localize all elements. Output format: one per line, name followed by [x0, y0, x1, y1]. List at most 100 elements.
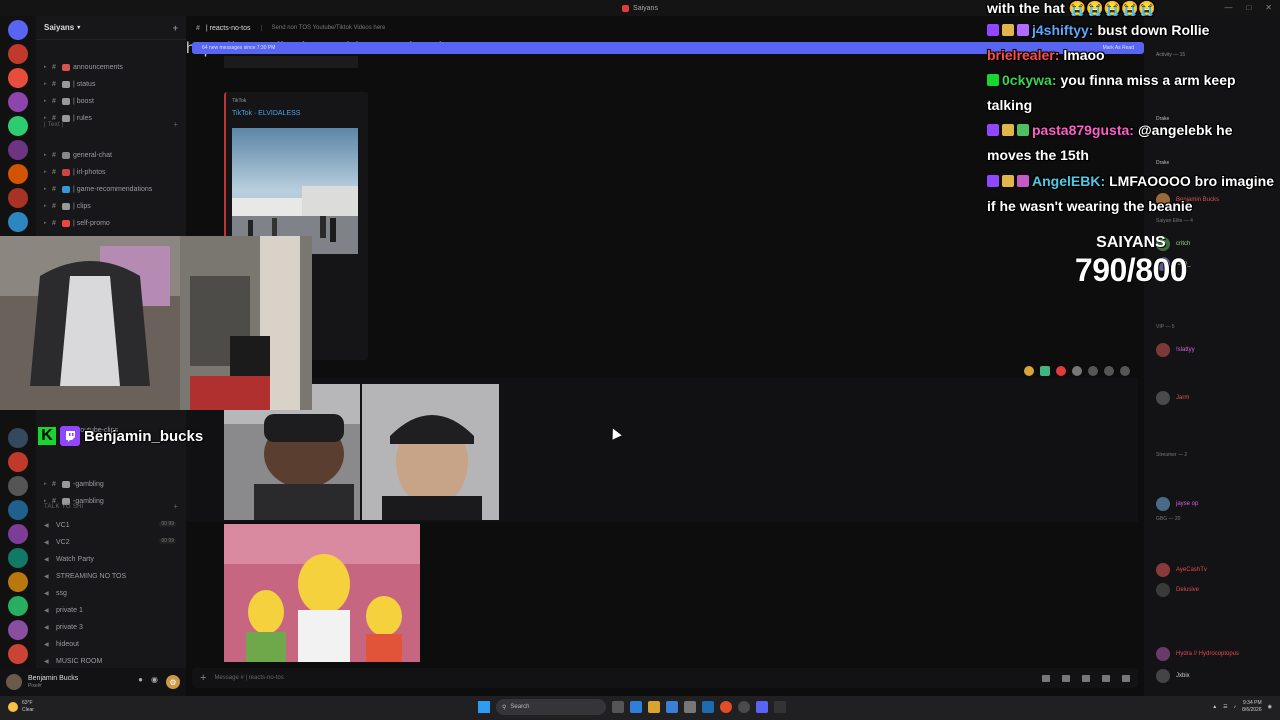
voice-channel-item[interactable]: ◀ private 1	[44, 603, 83, 617]
mic-icon[interactable]: ●	[138, 675, 143, 689]
server-icon[interactable]	[8, 188, 28, 208]
chat-text: bust down Rollie	[1097, 22, 1210, 38]
channel-item[interactable]: ▸ # | irl-photos	[44, 165, 106, 179]
server-icon[interactable]	[8, 452, 28, 472]
hash-icon: #	[52, 80, 56, 88]
apps-icon[interactable]	[1122, 674, 1130, 682]
reply-icon[interactable]	[1088, 366, 1098, 376]
chrome-icon[interactable]	[720, 701, 732, 713]
discord-icon[interactable]	[756, 701, 768, 713]
voice-channel-item[interactable]: ◀ private 3	[44, 620, 83, 634]
store-icon[interactable]	[666, 701, 678, 713]
gear-icon[interactable]: ⚙	[166, 675, 180, 689]
voice-channel-item[interactable]: ◀ STREAMING NO TOS	[44, 569, 126, 583]
taskbar-search[interactable]: ⚲ Search	[496, 699, 606, 715]
member-item[interactable]: Hydra // Hydrocoptopus	[1156, 647, 1239, 661]
add-user-icon[interactable]: +	[173, 23, 178, 33]
channel-item[interactable]: ▸ # | boost	[44, 94, 94, 108]
image-attachment[interactable]	[224, 524, 420, 662]
weather-icon	[8, 702, 18, 712]
server-icon[interactable]	[8, 92, 28, 112]
server-icon[interactable]	[8, 524, 28, 544]
member-item[interactable]: jayse op	[1156, 497, 1198, 511]
wifi-icon[interactable]: ☰	[1223, 704, 1227, 710]
steam-icon[interactable]	[702, 701, 714, 713]
server-icon[interactable]	[8, 68, 28, 88]
member-item[interactable]: Jarm	[1156, 391, 1189, 405]
avatar[interactable]	[6, 674, 22, 690]
voice-channel-item[interactable]: ◀ VC2	[44, 535, 70, 549]
voice-channel-item[interactable]: ◀ Watch Party	[44, 552, 94, 566]
obs-icon[interactable]	[738, 701, 750, 713]
gif-icon[interactable]	[1062, 674, 1070, 682]
weather-widget[interactable]: 63°F Clear	[8, 700, 34, 714]
file-explorer-icon[interactable]	[648, 701, 660, 713]
server-header[interactable]: Saiyans ▾ +	[36, 16, 186, 40]
server-icon[interactable]	[8, 428, 28, 448]
server-icon[interactable]	[8, 116, 28, 136]
clock-date[interactable]: 8/6/2026	[1242, 707, 1261, 714]
message-input[interactable]: Message # | reacts-no-tos	[214, 675, 283, 681]
server-icon[interactable]	[8, 500, 28, 520]
hash-icon: #	[52, 63, 56, 71]
add-attachment-icon[interactable]: +	[200, 672, 206, 684]
task-view-icon[interactable]	[612, 701, 624, 713]
settings-icon[interactable]	[684, 701, 696, 713]
edge-icon[interactable]	[630, 701, 642, 713]
more-icon[interactable]	[1120, 366, 1130, 376]
server-icon[interactable]	[8, 212, 28, 232]
headset-icon[interactable]: ◉	[151, 675, 158, 689]
app-icon[interactable]	[774, 701, 786, 713]
channel-topic[interactable]: Send non TOS Youtube/Tiktok Videos here	[260, 25, 385, 31]
start-button[interactable]	[478, 701, 490, 713]
category-text[interactable]: | Text |	[44, 122, 64, 128]
voice-channel-item[interactable]: ◀ MUSIC ROOM	[44, 654, 102, 668]
member-item[interactable]: AyeCashTv	[1156, 563, 1207, 577]
server-icon[interactable]	[8, 620, 28, 640]
category-voice[interactable]: TALK YO SHI	[44, 504, 84, 510]
channel-item[interactable]: ▸ # | self-promo	[44, 216, 110, 230]
check-reaction-icon[interactable]	[1040, 366, 1050, 376]
server-icon[interactable]	[8, 548, 28, 568]
emoji-icon[interactable]	[1102, 674, 1110, 682]
channel-item[interactable]: ▸ # | clips	[44, 199, 91, 213]
voice-channel-item[interactable]: ◀ VC1	[44, 518, 70, 532]
clock-time[interactable]: 9:34 PM	[1242, 700, 1262, 707]
server-icon[interactable]	[8, 476, 28, 496]
channel-item[interactable]: ▸ # general-chat	[44, 148, 112, 162]
channel-item[interactable]: ▸ # -gambling	[44, 477, 104, 491]
channel-title: | reacts-no-tos	[205, 24, 251, 32]
member-item[interactable]: !slattyy	[1156, 343, 1195, 357]
server-icon[interactable]	[8, 596, 28, 616]
channel-item[interactable]: ▸ # | game-recommendations	[44, 182, 152, 196]
speaker-icon: ◀	[44, 658, 49, 665]
server-icon[interactable]	[8, 644, 28, 664]
member-item[interactable]: Jxbix	[1156, 669, 1190, 683]
voice-channel-item[interactable]: ◀ ssg	[44, 586, 67, 600]
add-reaction-icon[interactable]	[1072, 366, 1082, 376]
add-channel-icon[interactable]: +	[173, 502, 178, 511]
channel-item[interactable]: ▸ # announcements	[44, 60, 123, 74]
add-channel-icon[interactable]: +	[173, 120, 178, 129]
heart-reaction-icon[interactable]	[1056, 366, 1066, 376]
notification-icon[interactable]: ◉	[1268, 704, 1272, 710]
server-icon[interactable]	[8, 164, 28, 184]
forward-icon[interactable]	[1104, 366, 1114, 376]
volume-icon[interactable]: ♪	[1234, 704, 1237, 710]
server-icon[interactable]	[8, 44, 28, 64]
gift-icon[interactable]	[1042, 674, 1050, 682]
voice-channel-item[interactable]: ◀ hideout	[44, 637, 79, 651]
tray-icon[interactable]: ▲	[1212, 704, 1217, 710]
member-item[interactable]: Delusive	[1156, 583, 1199, 597]
chevron-right-icon: ▸	[44, 186, 47, 192]
server-icon[interactable]	[8, 140, 28, 160]
image-attachment[interactable]	[362, 384, 499, 520]
sticker-icon[interactable]	[1082, 674, 1090, 682]
server-icon[interactable]	[8, 572, 28, 592]
close-icon[interactable]: ✕	[1265, 3, 1272, 12]
embed-title[interactable]: TikTok · ELVIDALESS	[232, 110, 300, 117]
channel-item[interactable]: ▸ # | status	[44, 77, 95, 91]
emoji-reaction-icon[interactable]	[1024, 366, 1034, 376]
kick-logo-icon: K	[38, 427, 56, 445]
server-icon[interactable]	[8, 20, 28, 40]
